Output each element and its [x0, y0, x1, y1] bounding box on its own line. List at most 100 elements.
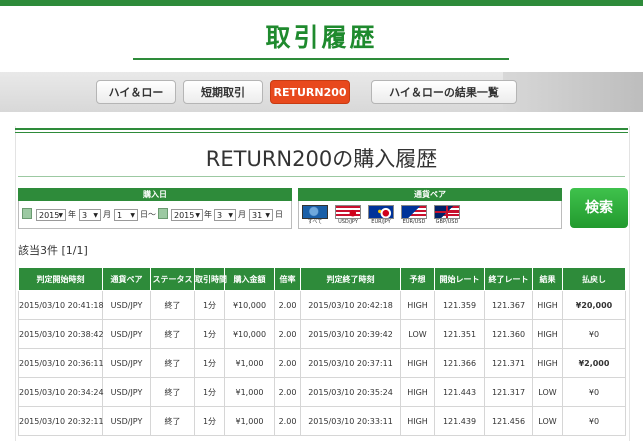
cell-prediction: HIGH: [400, 290, 435, 320]
cell-multiplier: 2.00: [274, 319, 301, 349]
pair-usd-jpy-button[interactable]: USD/JPY: [333, 205, 363, 227]
date-filter-header: 購入日: [18, 188, 292, 201]
cell-pair: USD/JPY: [102, 377, 151, 407]
day-unit: 日: [275, 210, 283, 219]
cell-duration: 1分: [194, 348, 225, 378]
col-start-rate[interactable]: 開始レート: [434, 267, 485, 291]
cell-pair: USD/JPY: [102, 406, 151, 436]
globe-icon: [302, 205, 328, 219]
cell-amount: ¥10,000: [224, 319, 275, 349]
to-month-select[interactable]: 3 ▼: [214, 209, 236, 221]
col-status[interactable]: ステータス: [150, 267, 195, 291]
cell-result: HIGH: [532, 348, 563, 378]
eu-jp-flag-icon: [368, 205, 394, 219]
cell-start-time: 2015/03/10 20:38:42: [18, 319, 104, 349]
table-row: 2015/03/10 20:38:42 USD/JPY 終了 1分 ¥10,00…: [18, 319, 626, 349]
cell-result: LOW: [532, 406, 563, 436]
pair-gbp-usd-button[interactable]: GBP/USD: [432, 205, 462, 227]
cell-duration: 1分: [194, 319, 225, 349]
cell-multiplier: 2.00: [274, 290, 301, 320]
range-separator: 日～: [140, 210, 156, 219]
cell-multiplier: 2.00: [274, 348, 301, 378]
cell-amount: ¥1,000: [224, 406, 275, 436]
search-button[interactable]: 検索: [570, 188, 628, 228]
cell-start-rate: 121.359: [434, 290, 485, 320]
cell-amount: ¥10,000: [224, 290, 275, 320]
pair-eur-usd-button[interactable]: EUR/USD: [399, 205, 429, 227]
from-month-select[interactable]: 3 ▼: [79, 209, 101, 221]
cell-result: HIGH: [532, 290, 563, 320]
cell-multiplier: 2.00: [274, 406, 301, 436]
history-table: 判定開始時刻 通貨ペア ステータス 取引時間 購入金額 倍率 判定終了時刻 予想…: [18, 267, 626, 436]
cell-multiplier: 2.00: [274, 377, 301, 407]
calendar-to-icon[interactable]: [158, 208, 168, 219]
pair-eur-jpy-button[interactable]: EUR/JPY: [366, 205, 396, 227]
cell-start-time: 2015/03/10 20:41:18: [18, 290, 104, 320]
from-year-select[interactable]: 2015 ▼: [36, 209, 66, 221]
col-payout[interactable]: 払戻し: [562, 267, 626, 291]
cell-pair: USD/JPY: [102, 319, 151, 349]
from-day-select[interactable]: 1 ▼: [114, 209, 138, 221]
cell-start-rate: 121.366: [434, 348, 485, 378]
month-unit: 月: [103, 210, 111, 219]
cell-duration: 1分: [194, 377, 225, 407]
cell-status: 終了: [150, 377, 195, 407]
section-title-underline: [18, 176, 625, 177]
table-row: 2015/03/10 20:32:11 USD/JPY 終了 1分 ¥1,000…: [18, 406, 626, 436]
pair-all-button[interactable]: すべて: [300, 205, 330, 227]
cell-start-time: 2015/03/10 20:32:11: [18, 406, 104, 436]
to-year-select[interactable]: 2015 ▼: [171, 209, 203, 221]
cell-payout: ¥20,000: [562, 290, 626, 320]
tab-high-low[interactable]: ハイ＆ロー: [96, 80, 176, 104]
tab-short-term[interactable]: 短期取引: [183, 80, 263, 104]
col-end-time[interactable]: 判定終了時刻: [300, 267, 401, 291]
year-unit: 年: [68, 210, 76, 219]
result-count: 該当3件 [1/1]: [18, 244, 88, 257]
month-unit: 月: [238, 210, 246, 219]
section-divider: [15, 128, 628, 130]
calendar-from-icon[interactable]: [22, 208, 32, 219]
cell-end-rate: 121.456: [484, 406, 533, 436]
cell-end-rate: 121.360: [484, 319, 533, 349]
cell-duration: 1分: [194, 290, 225, 320]
title-underline: [133, 58, 509, 60]
table-row: 2015/03/10 20:36:11 USD/JPY 終了 1分 ¥1,000…: [18, 348, 626, 378]
year-unit: 年: [204, 210, 212, 219]
col-prediction[interactable]: 予想: [400, 267, 435, 291]
cell-status: 終了: [150, 406, 195, 436]
table-row: 2015/03/10 20:34:24 USD/JPY 終了 1分 ¥1,000…: [18, 377, 626, 407]
table-header-row: 判定開始時刻 通貨ペア ステータス 取引時間 購入金額 倍率 判定終了時刻 予想…: [18, 267, 626, 291]
cell-end-rate: 121.317: [484, 377, 533, 407]
gb-us-flag-icon: [434, 205, 460, 219]
cell-prediction: HIGH: [400, 348, 435, 378]
tab-return200[interactable]: RETURN200: [270, 80, 350, 104]
pair-filter-header: 通貨ペア: [298, 188, 562, 201]
cell-end-time: 2015/03/10 20:42:18: [300, 290, 401, 320]
section-title: RETURN200の購入履歴: [205, 147, 438, 171]
cell-start-rate: 121.351: [434, 319, 485, 349]
col-end-rate[interactable]: 終了レート: [484, 267, 533, 291]
cell-result: HIGH: [532, 319, 563, 349]
cell-pair: USD/JPY: [102, 348, 151, 378]
col-multiplier[interactable]: 倍率: [274, 267, 301, 291]
cell-start-time: 2015/03/10 20:36:11: [18, 348, 104, 378]
cell-end-time: 2015/03/10 20:39:42: [300, 319, 401, 349]
cell-duration: 1分: [194, 406, 225, 436]
cell-end-time: 2015/03/10 20:33:11: [300, 406, 401, 436]
tab-high-low-results[interactable]: ハイ＆ローの結果一覧: [371, 80, 517, 104]
cell-amount: ¥1,000: [224, 348, 275, 378]
col-amount[interactable]: 購入金額: [224, 267, 275, 291]
cell-end-rate: 121.371: [484, 348, 533, 378]
cell-payout: ¥2,000: [562, 348, 626, 378]
col-pair[interactable]: 通貨ペア: [102, 267, 151, 291]
page-title: 取引履歴: [265, 23, 378, 52]
table-row: 2015/03/10 20:41:18 USD/JPY 終了 1分 ¥10,00…: [18, 290, 626, 320]
us-jp-flag-icon: [335, 205, 361, 219]
to-day-select[interactable]: 31 ▼: [249, 209, 273, 221]
cell-pair: USD/JPY: [102, 290, 151, 320]
cell-status: 終了: [150, 319, 195, 349]
col-duration[interactable]: 取引時間: [194, 267, 227, 291]
col-result[interactable]: 結果: [532, 267, 563, 291]
cell-prediction: HIGH: [400, 406, 435, 436]
col-start-time[interactable]: 判定開始時刻: [18, 267, 103, 291]
